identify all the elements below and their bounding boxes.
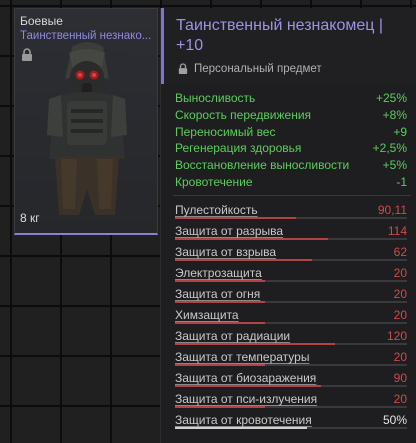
item-title: Таинственный незнакомец | +10: [176, 17, 384, 54]
protection-stat-value: 90,11: [377, 203, 407, 217]
protection-stat-value: 50%: [382, 413, 407, 427]
divider: [173, 195, 411, 196]
protection-stat-value: 114: [387, 224, 407, 238]
protection-stat-label: Химзащита: [175, 308, 239, 322]
protection-stat-value: 20: [393, 392, 407, 406]
protection-stat-row: Защита от огня 20: [175, 283, 407, 304]
bonus-stat-label: Восстановление выносливости: [175, 158, 350, 173]
protection-stat-row: Защита от радиации 120: [175, 325, 407, 346]
protection-bar-fill: [175, 259, 312, 261]
bonus-stat-row: Выносливость +25%: [175, 90, 407, 107]
bonus-stat-label: Переносимый вес: [175, 124, 276, 139]
protection-stat-label: Защита от кровотечения: [175, 413, 312, 427]
protection-stat-value: 120: [386, 329, 407, 343]
bonus-stats-list: Выносливость +25% Скорость передвижения +8%…: [175, 90, 407, 191]
protection-bar-fill: [175, 385, 322, 387]
protection-stat-label: Защита от температуры: [175, 350, 310, 364]
protection-stat-row: Защита от температуры 20: [175, 346, 407, 367]
armor-suit-image: [47, 42, 127, 215]
bonus-stat-row: Регенерация здоровья +2,5%: [175, 140, 407, 157]
protection-stat-value: 20: [393, 308, 407, 322]
protection-bar-fill: [175, 406, 266, 408]
protection-stat-row: Защита от взрыва 62: [175, 241, 407, 262]
item-subtitle: Персональный предмет: [178, 63, 322, 75]
protection-bar-fill: [175, 280, 266, 282]
item-tooltip: Таинственный незнакомец | +10 Персональн…: [160, 8, 416, 443]
protection-bar-fill: [175, 364, 266, 366]
item-subtitle-text: Персональный предмет: [194, 63, 322, 75]
bonus-stat-label: Кровотечение: [175, 174, 253, 189]
bonus-stat-value: +5%: [382, 158, 407, 173]
bonus-stat-value: +8%: [382, 107, 407, 122]
protection-bar-fill: [175, 322, 266, 324]
protection-stat-value: 90: [393, 371, 407, 385]
protection-stat-label: Защита от радиации: [175, 329, 291, 343]
bonus-stat-label: Выносливость: [175, 91, 256, 105]
protection-stat-label: Пулестойкость: [175, 203, 258, 217]
protection-stat-row: Пулестойкость 90,11: [175, 199, 407, 220]
lock-icon: [178, 63, 188, 74]
protection-stat-label: Защита от огня: [175, 287, 261, 301]
protection-stat-value: 20: [393, 266, 407, 280]
item-category: Боевые: [20, 14, 63, 28]
protection-bar-fill: [175, 427, 308, 429]
item-weight: 8 кг: [20, 211, 40, 225]
protection-stat-row: Электрозащита 20: [175, 262, 407, 283]
protection-bar-fill: [175, 217, 296, 219]
protection-stat-row: Защита от пси-излучения 20: [175, 388, 407, 409]
bonus-stat-value: +25%: [375, 91, 407, 105]
protection-stat-value: 62: [393, 245, 407, 259]
bonus-stat-row: Восстановление выносливости +5%: [175, 157, 407, 174]
bonus-stat-row: Кровотечение -1: [175, 174, 407, 191]
bonus-stat-row: Скорость передвижения +8%: [175, 107, 407, 124]
protection-stat-label: Защита от взрыва: [175, 245, 277, 259]
protection-stats-list: Пулестойкость 90,11 Защита от разрыва 114 За…: [175, 199, 407, 430]
protection-stat-label: Защита от разрыва: [175, 224, 284, 238]
protection-bar-fill: [175, 343, 336, 345]
protection-stat-row: Химзащита 20: [175, 304, 407, 325]
protection-bar-fill: [175, 238, 329, 240]
bonus-stat-value: +2,5%: [372, 141, 407, 156]
bonus-stat-label: Регенерация здоровья: [175, 141, 302, 156]
bonus-stat-value: -1: [396, 174, 407, 189]
protection-stat-value: 20: [393, 350, 407, 364]
protection-stat-row: Защита от биозаражения 90: [175, 367, 407, 388]
protection-stat-label: Электрозащита: [175, 266, 262, 280]
item-name-short: Таинственный незнако...: [20, 30, 152, 42]
lock-icon: [22, 48, 32, 61]
bonus-stat-label: Скорость передвижения: [175, 107, 312, 122]
protection-stat-label: Защита от биозаражения: [175, 371, 317, 385]
protection-stat-value: 20: [393, 287, 407, 301]
tooltip-header: Таинственный незнакомец | +10 Персональн…: [161, 8, 416, 84]
protection-bar-fill: [175, 301, 266, 303]
protection-stat-row: Защита от кровотечения 50%: [175, 409, 407, 430]
bonus-stat-row: Переносимый вес +9: [175, 124, 407, 141]
bonus-stat-value: +9: [393, 124, 407, 139]
protection-stat-row: Защита от разрыва 114: [175, 220, 407, 241]
item-card[interactable]: Боевые Таинственный незнако... 8 кг: [14, 8, 158, 235]
protection-stat-label: Защита от пси-излучения: [175, 392, 318, 406]
